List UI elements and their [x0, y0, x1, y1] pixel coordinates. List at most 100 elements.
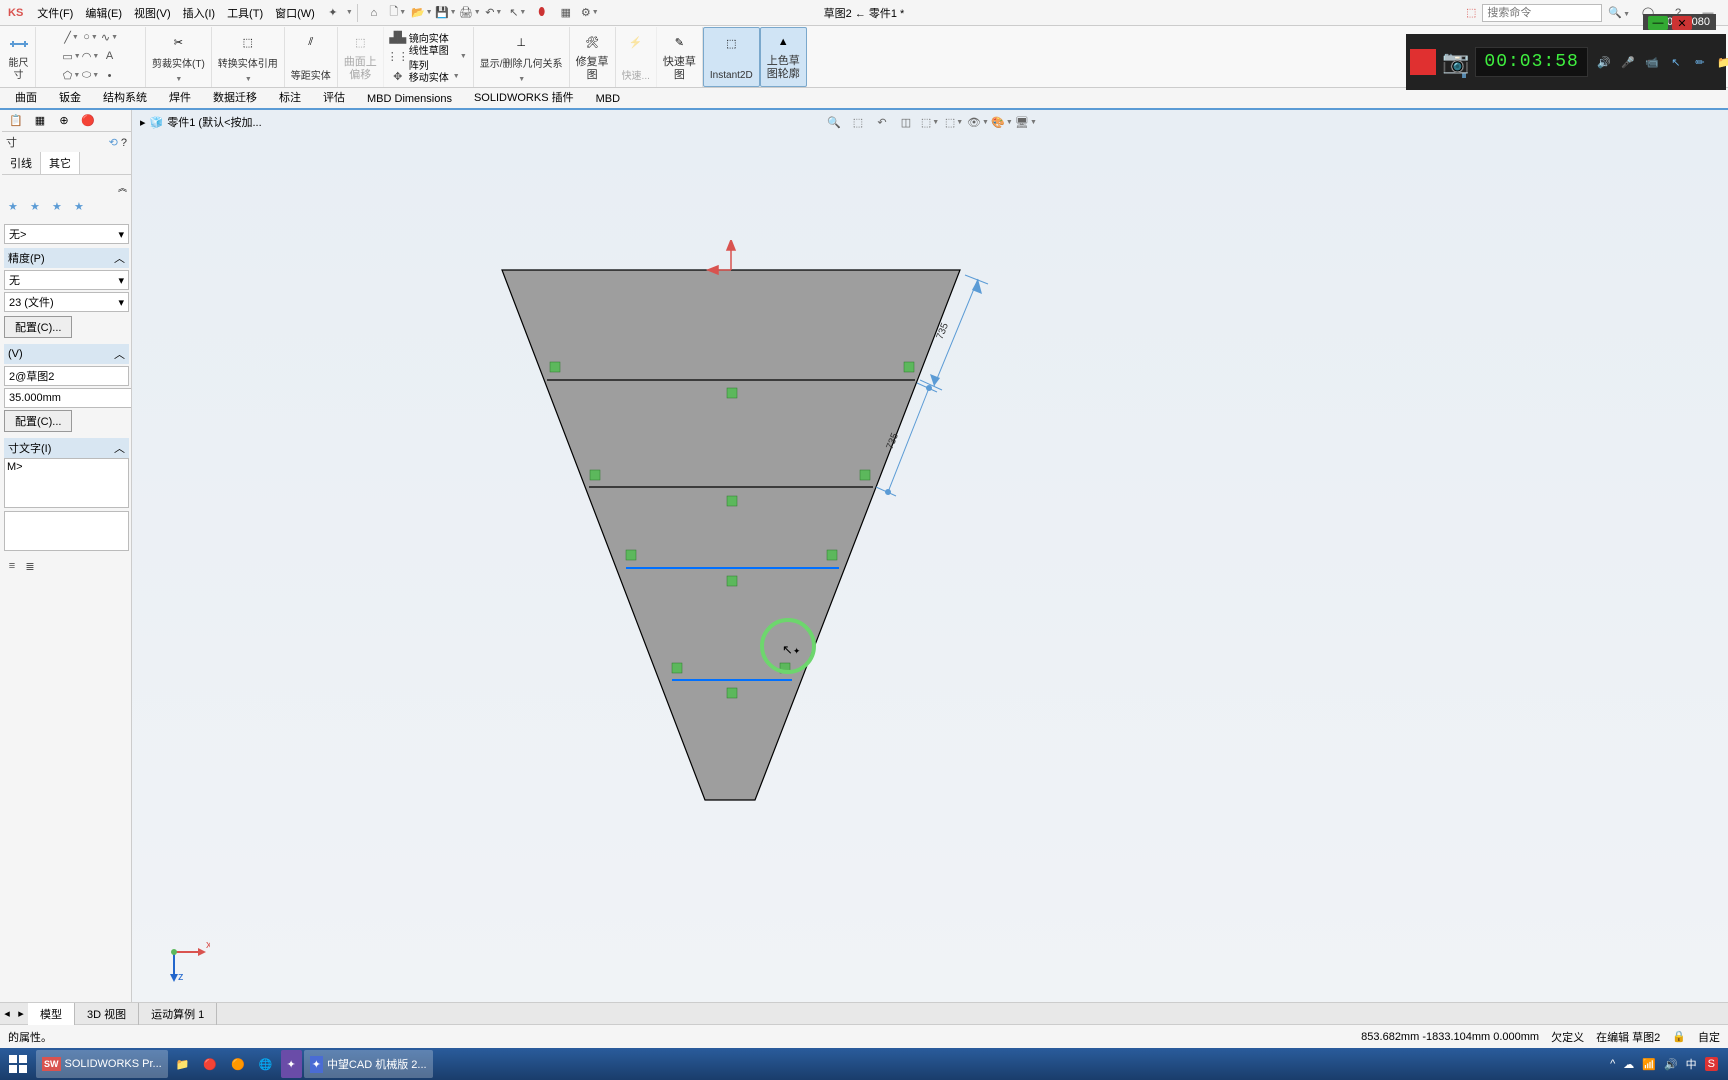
mirror-icon[interactable]: ▟▙ — [390, 29, 406, 45]
dim-text-input[interactable] — [4, 458, 129, 508]
recorder-webcam-icon[interactable]: 📹 — [1642, 52, 1662, 72]
search-dropdown-icon[interactable]: 🔍▼ — [1608, 6, 1630, 19]
taskbar-edge[interactable]: 🌐 — [253, 1050, 279, 1078]
view-orient-icon[interactable]: ⬚▼ — [919, 112, 941, 132]
quick-sketch-group[interactable]: ✎ 快速草图 — [657, 27, 703, 87]
convert-group[interactable]: ⬚ 转换实体引用 ▼ — [212, 27, 285, 87]
new-icon[interactable]: 🗋▼ — [386, 1, 410, 25]
favorite-2-icon[interactable]: ★ — [30, 200, 48, 218]
primary-value-input[interactable] — [4, 388, 132, 408]
spline-icon[interactable]: ∿▼ — [102, 29, 118, 45]
zoom-area-icon[interactable]: ⬚ — [847, 112, 869, 132]
menu-window[interactable]: 窗口(W) — [269, 1, 321, 25]
scroll-left-icon[interactable]: ◂ — [0, 1007, 14, 1020]
panel-info-icon[interactable]: ? — [121, 137, 127, 149]
move-icon[interactable]: ✥ — [390, 68, 406, 84]
viewport[interactable]: ▸ 🧊 零件1 (默认<按加... 🔍 ⬚ ↶ ◫ ⬚▼ ⬚▼ 👁▼ 🎨▼ 🖥▼ — [132, 110, 1728, 1002]
recorder-stop[interactable] — [1410, 42, 1436, 82]
taskbar-solidworks[interactable]: SWSOLIDWORKS Pr... — [36, 1050, 168, 1078]
tray-up-icon[interactable]: ^ — [1610, 1058, 1615, 1070]
settings-icon[interactable]: ⚙▼ — [578, 1, 602, 25]
favorite-3-icon[interactable]: ★ — [52, 200, 70, 218]
tab-model[interactable]: 模型 — [28, 1003, 75, 1025]
print-icon[interactable]: 🖨▼ — [458, 1, 482, 25]
panel-tab-appearance[interactable]: 🔴 — [76, 111, 100, 131]
point-icon[interactable]: • — [102, 68, 118, 84]
tray-ime-icon[interactable]: S — [1705, 1057, 1718, 1071]
collapse-icon[interactable]: ︽ — [118, 183, 127, 193]
breadcrumb[interactable]: ▸ 🧊 零件1 (默认<按加... — [140, 114, 262, 130]
rebuild-icon[interactable]: ⬮ — [530, 1, 554, 25]
offset-group[interactable]: ⫽ 等距实体 — [285, 27, 338, 87]
recorder-cursor-icon[interactable]: ↖ — [1666, 52, 1686, 72]
search-input[interactable] — [1482, 4, 1602, 22]
panel-tab-config[interactable]: ⊕ — [52, 111, 76, 131]
recorder-pause-icon[interactable]: ⏸ — [1454, 66, 1474, 86]
recorder-close-icon[interactable]: ✕ — [1672, 16, 1692, 30]
favorite-add-icon[interactable]: ★ — [8, 200, 26, 218]
menu-insert[interactable]: 插入(I) — [177, 1, 221, 25]
circle-icon[interactable]: ○▼ — [83, 29, 99, 45]
tray-onedrive-icon[interactable]: ☁ — [1623, 1058, 1634, 1071]
tolerance-type-dropdown[interactable]: 无▾ — [4, 270, 129, 290]
menu-tools[interactable]: 工具(T) — [221, 1, 269, 25]
open-icon[interactable]: 📂▼ — [410, 1, 434, 25]
dropdown-arrow-icon[interactable]: ▼ — [346, 9, 353, 16]
taskbar-app-3[interactable]: 🟠 — [225, 1050, 251, 1078]
expand-icon[interactable]: ︿ — [114, 250, 125, 266]
tab-motion[interactable]: 运动算例 1 — [139, 1003, 217, 1025]
view-triad[interactable]: x z — [162, 934, 210, 982]
line-icon[interactable]: ╱▼ — [64, 29, 80, 45]
tab-weldment[interactable]: 焊件 — [158, 85, 202, 108]
recorder-draw-icon[interactable]: ✏ — [1690, 52, 1710, 72]
subtab-leader[interactable]: 引线 — [2, 152, 41, 174]
home-icon[interactable]: ⌂ — [362, 1, 386, 25]
shade-group[interactable]: ▲ 上色草图轮廓 — [760, 27, 807, 87]
taskbar-explorer[interactable]: 📁 — [170, 1050, 196, 1078]
system-tray[interactable]: ^ ☁ 📶 🔊 中 S — [1610, 1056, 1726, 1072]
tab-structure[interactable]: 结构系统 — [92, 85, 158, 108]
favorite-4-icon[interactable]: ★ — [74, 200, 92, 218]
start-button[interactable] — [2, 1050, 34, 1078]
tab-mbd-dim[interactable]: MBD Dimensions — [356, 89, 463, 108]
recorder-mic-icon[interactable]: 🎤 — [1618, 52, 1638, 72]
style-dropdown[interactable]: 无>▾ — [4, 224, 129, 244]
link-name-input[interactable] — [4, 366, 129, 386]
scroll-right-icon[interactable]: ▸ — [14, 1007, 28, 1020]
decimals-dropdown[interactable]: 23 (文件)▾ — [4, 292, 129, 312]
tray-wifi-icon[interactable]: 📶 — [1642, 1058, 1656, 1071]
menu-view[interactable]: 视图(V) — [128, 1, 177, 25]
subtab-other[interactable]: 其它 — [41, 152, 80, 174]
hide-show-icon[interactable]: 👁▼ — [967, 112, 989, 132]
help-icon[interactable]: ✦ — [321, 1, 345, 25]
tray-lang[interactable]: 中 — [1686, 1056, 1697, 1072]
tab-data-migration[interactable]: 数据迁移 — [202, 85, 268, 108]
tab-surface[interactable]: 曲面 — [4, 85, 48, 108]
relations-group[interactable]: ⊥ 显示/删除几何关系 ▼ — [474, 27, 570, 87]
tab-sheetmetal[interactable]: 钣金 — [48, 85, 92, 108]
taskbar-app-5[interactable]: ✦ — [281, 1050, 302, 1078]
trim-group[interactable]: ✂ 剪裁实体(T) ▼ — [146, 27, 212, 87]
tab-3dview[interactable]: 3D 视图 — [75, 1003, 139, 1025]
options-icon[interactable]: ▦ — [554, 1, 578, 25]
panel-tab-feature[interactable]: 📋 — [4, 111, 28, 131]
zoom-fit-icon[interactable]: 🔍 — [823, 112, 845, 132]
dim-text-input-2[interactable] — [4, 511, 129, 551]
undo-icon[interactable]: ↶▼ — [482, 1, 506, 25]
recorder-folder-icon[interactable]: 📁 — [1714, 52, 1728, 72]
menu-file[interactable]: 文件(F) — [31, 1, 79, 25]
expand-icon-3[interactable]: ︿ — [114, 440, 125, 456]
instant2d-group[interactable]: ⬚ Instant2D — [703, 27, 760, 87]
tab-mbd[interactable]: MBD — [585, 89, 631, 108]
arc-icon[interactable]: ◠▼ — [83, 48, 99, 64]
recorder-audio-icon[interactable]: 🔊 — [1594, 52, 1614, 72]
config-button-2[interactable]: 配置(C)... — [4, 410, 72, 432]
menu-edit[interactable]: 编辑(E) — [79, 1, 128, 25]
ellipse-icon[interactable]: ⬭▼ — [83, 68, 99, 84]
appearance-icon[interactable]: 🎨▼ — [991, 112, 1013, 132]
taskbar-zwcad[interactable]: ✦中望CAD 机械版 2... — [304, 1050, 433, 1078]
polygon-icon[interactable]: ⬠▼ — [64, 68, 80, 84]
tab-annotate[interactable]: 标注 — [268, 85, 312, 108]
config-button-1[interactable]: 配置(C)... — [4, 316, 72, 338]
panel-help-icon[interactable]: ⟲ — [109, 137, 118, 149]
